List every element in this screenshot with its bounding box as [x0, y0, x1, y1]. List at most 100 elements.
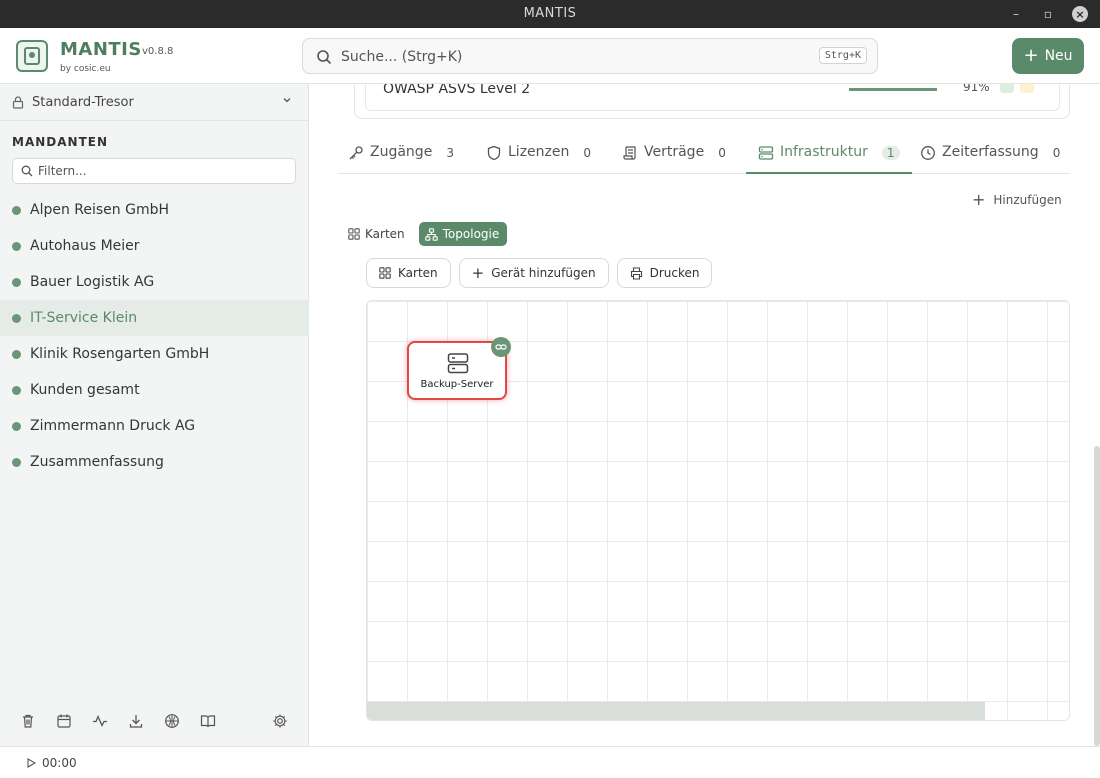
client-label: Zimmermann Druck AG	[30, 418, 196, 434]
client-label: Zusammenfassung	[30, 454, 164, 470]
filter-input[interactable]: Filtern...	[12, 158, 296, 184]
server-icon	[447, 353, 469, 374]
client-label: IT-Service Klein	[30, 310, 138, 326]
add-link-label: Hinzufügen	[993, 193, 1062, 207]
status-dot	[12, 385, 21, 395]
download-icon[interactable]	[128, 713, 144, 729]
client-item[interactable]: Autohaus Meier	[0, 228, 309, 264]
topology-icon	[424, 227, 438, 241]
topology-toolbar: Karten + Gerät hinzufügen Drucken	[366, 258, 713, 288]
calendar-icon[interactable]	[56, 713, 72, 729]
view-topology-label: Topologie	[442, 227, 500, 241]
tab-lizenzen[interactable]: Lizenzen 0	[486, 144, 591, 174]
trash-icon[interactable]	[20, 713, 36, 729]
client-item[interactable]: Bauer Logistik AG	[0, 264, 309, 300]
add-device-label: Gerät hinzufügen	[491, 266, 596, 280]
activity-icon[interactable]	[92, 713, 108, 729]
clock-icon	[921, 146, 935, 160]
status-dot	[12, 277, 21, 287]
client-label: Autohaus Meier	[30, 238, 140, 254]
view-cards-button[interactable]: Karten	[342, 222, 413, 246]
tab-label: Zugänge	[370, 144, 433, 160]
sidebar-footer	[0, 708, 309, 734]
status-badge	[1020, 84, 1034, 93]
vault-selector[interactable]: Standard-Tresor	[12, 92, 297, 112]
close-icon[interactable]: ×	[1072, 6, 1088, 22]
tab-count: 0	[1052, 146, 1061, 160]
version-label: v0.8.8	[142, 46, 174, 57]
window-title: MANTIS	[523, 6, 577, 21]
lock-icon	[12, 95, 24, 109]
search-input[interactable]: Suche... (Strg+K) Strg+K	[302, 38, 878, 74]
new-button-label: Neu	[1044, 48, 1073, 64]
printer-icon	[630, 266, 642, 280]
link-icon[interactable]	[491, 337, 511, 357]
plus-icon: +	[1023, 45, 1039, 66]
globe-icon[interactable]	[164, 713, 180, 729]
minimize-icon[interactable]: –	[1008, 6, 1024, 22]
status-dot	[12, 421, 21, 431]
tab-count: 0	[718, 146, 726, 160]
sidebar: Standard-Tresor MANDANTEN Filtern... Alp…	[0, 84, 309, 746]
client-item[interactable]: Zusammenfassung	[0, 444, 309, 480]
new-button[interactable]: + Neu	[1012, 38, 1084, 74]
tab-count: 0	[583, 146, 591, 160]
cards-button-label: Karten	[398, 266, 438, 280]
compliance-progress	[849, 88, 937, 91]
status-dot	[12, 205, 21, 215]
tab-infrastruktur[interactable]: Infrastruktur 1	[746, 144, 912, 174]
sidebar-divider	[0, 120, 309, 121]
node-label: Backup-Server	[420, 379, 494, 390]
print-button[interactable]: Drucken	[616, 258, 713, 288]
client-list: Alpen Reisen GmbH Autohaus Meier Bauer L…	[0, 192, 309, 480]
view-toggle: Karten Topologie	[342, 222, 508, 246]
status-dot	[12, 313, 21, 323]
tab-zugaenge[interactable]: Zugänge 3	[348, 144, 454, 174]
horizontal-scrollbar[interactable]	[367, 702, 985, 720]
vault-label: Standard-Tresor	[32, 94, 134, 110]
window-titlebar: MANTIS – ▫ ×	[0, 0, 1100, 28]
view-topology-button[interactable]: Topologie	[418, 222, 508, 246]
print-button-label: Drucken	[649, 266, 700, 280]
compliance-title: OWASP ASVS Level 2	[383, 84, 531, 97]
tab-count: 3	[446, 146, 454, 160]
gear-icon[interactable]	[272, 713, 288, 729]
book-icon[interactable]	[200, 713, 216, 729]
play-icon[interactable]	[26, 758, 36, 768]
main-content: OWASP ASVS Level 2 91% Zugänge 3 Lizenze…	[310, 84, 1100, 746]
topology-node[interactable]: Backup-Server	[407, 337, 511, 400]
client-item[interactable]: Alpen Reisen GmbH	[0, 192, 309, 228]
tab-label: Infrastruktur	[780, 144, 868, 160]
filter-placeholder: Filtern...	[38, 164, 87, 178]
tab-label: Verträge	[644, 144, 705, 160]
tab-vertraege[interactable]: Verträge 0	[622, 144, 726, 174]
status-dot	[12, 241, 21, 251]
status-dot	[12, 457, 21, 467]
client-item[interactable]: Zimmermann Druck AG	[0, 408, 309, 444]
plus-icon: +	[972, 190, 986, 209]
client-item[interactable]: Kunden gesamt	[0, 372, 309, 408]
status-dot	[12, 349, 21, 359]
search-shortcut-badge: Strg+K	[818, 47, 867, 64]
restore-icon[interactable]: ▫	[1040, 6, 1056, 22]
cards-button[interactable]: Karten	[366, 258, 451, 288]
client-label: Klinik Rosengarten GmbH	[30, 346, 210, 362]
search-icon	[317, 50, 332, 65]
tab-label: Lizenzen	[508, 144, 570, 160]
app-header: MANTIS v0.8.8 by cosic.eu Suche... (Strg…	[0, 28, 1100, 84]
add-link[interactable]: + Hinzufügen	[972, 192, 1062, 208]
view-cards-label: Karten	[365, 227, 405, 241]
tab-zeiterfassung[interactable]: Zeiterfassung 0	[920, 144, 1060, 174]
add-device-button[interactable]: + Gerät hinzufügen	[458, 258, 609, 288]
topology-canvas[interactable]: Backup-Server	[366, 300, 1070, 721]
client-item[interactable]: Klinik Rosengarten GmbH	[0, 336, 309, 372]
shield-icon	[487, 145, 501, 161]
client-label: Kunden gesamt	[30, 382, 140, 398]
vertical-scrollbar[interactable]	[1094, 446, 1100, 746]
plus-icon: +	[471, 263, 485, 282]
tab-bar: Zugänge 3 Lizenzen 0 Verträge 0 Infrastr…	[338, 136, 1070, 174]
compliance-card: OWASP ASVS Level 2 91%	[354, 84, 1070, 119]
client-item-active[interactable]: IT-Service Klein	[0, 300, 309, 336]
clients-heading: MANDANTEN	[12, 135, 108, 149]
brand-byline: by cosic.eu	[60, 64, 111, 74]
